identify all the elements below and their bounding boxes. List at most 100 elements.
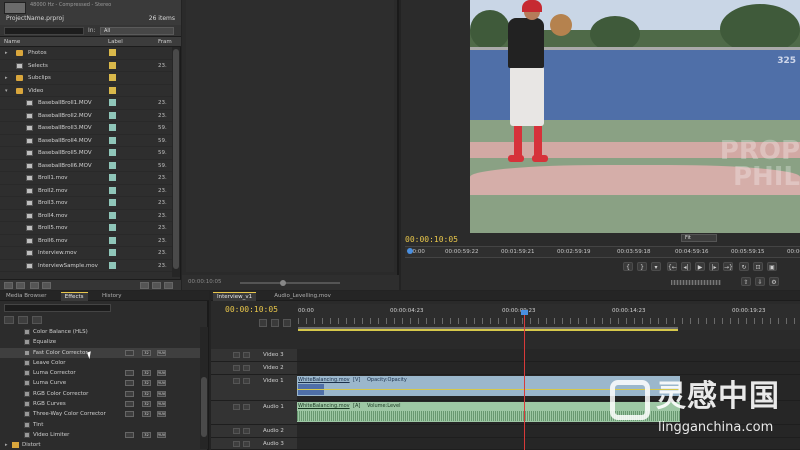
mark-in-icon[interactable]: { xyxy=(623,262,633,271)
timeline-playhead-line[interactable] xyxy=(524,311,525,450)
effect-item[interactable]: Color Balance (HLS) xyxy=(0,327,200,337)
column-frame-rate[interactable]: Fram xyxy=(158,39,172,45)
label-color-swatch[interactable] xyxy=(109,186,116,194)
sync-lock-icon[interactable] xyxy=(243,428,250,434)
label-color-swatch[interactable] xyxy=(109,211,116,219)
effect-item[interactable]: Video Limiter 32 YUV xyxy=(0,430,200,440)
project-item[interactable]: Broll3.mov 23. xyxy=(0,197,172,210)
label-color-swatch[interactable] xyxy=(109,236,116,244)
label-color-swatch[interactable] xyxy=(109,49,116,56)
effects-scrollbar[interactable] xyxy=(200,327,208,449)
project-item[interactable]: Interview.mov 23. xyxy=(0,247,172,260)
project-item[interactable]: Broll5.mov 23. xyxy=(0,222,172,235)
source-zoom-slider[interactable] xyxy=(240,280,340,286)
snap-icon[interactable] xyxy=(259,319,267,327)
step-forward-icon[interactable]: |▸ xyxy=(709,262,719,271)
project-item[interactable]: BaseballBroll2.MOV 23. xyxy=(0,110,172,122)
speaker-icon[interactable] xyxy=(233,404,240,410)
timeline-timecode[interactable]: 00:00:10:05 xyxy=(225,305,278,314)
tab-media-browser[interactable]: Media Browser xyxy=(2,292,51,301)
project-item[interactable]: Broll2.mov 23. xyxy=(0,185,172,197)
sync-lock-icon[interactable] xyxy=(243,404,250,410)
settings-icon[interactable]: ⚙ xyxy=(769,277,779,286)
eye-icon[interactable] xyxy=(233,378,240,384)
project-item[interactable]: BaseballBroll5.MOV 59. xyxy=(0,147,172,160)
delete-button[interactable] xyxy=(164,282,173,289)
effect-item[interactable]: Luma Curve 32 YUV xyxy=(0,378,200,388)
new-bin-button[interactable] xyxy=(140,282,149,289)
project-item[interactable]: ▸ Subclips xyxy=(0,72,172,85)
32bit-effects-icon[interactable] xyxy=(18,316,28,324)
source-timecode[interactable]: 00:00:10:05 xyxy=(188,279,222,285)
program-timecode[interactable]: 00:00:10:05 xyxy=(405,235,458,244)
icon-view-button[interactable] xyxy=(16,282,25,289)
extract-icon[interactable]: ⇩ xyxy=(755,277,765,286)
in-select[interactable]: All xyxy=(100,27,174,35)
effect-item[interactable]: Luma Corrector 32 YUV xyxy=(0,368,200,378)
export-frame-icon[interactable]: ▣ xyxy=(767,262,777,271)
jog-shuttle[interactable] xyxy=(671,280,721,285)
effects-scroll-thumb[interactable] xyxy=(201,377,207,437)
effect-item[interactable]: Three-Way Color Corrector 32 YUV xyxy=(0,409,200,419)
label-color-swatch[interactable] xyxy=(109,74,116,81)
effect-item[interactable]: RGB Curves 32 YUV xyxy=(0,399,200,409)
lift-icon[interactable]: ⇧ xyxy=(741,277,751,286)
find-button[interactable] xyxy=(42,282,51,289)
list-view-button[interactable] xyxy=(4,282,13,289)
play-icon[interactable]: ▶ xyxy=(695,262,705,271)
track-lane[interactable] xyxy=(297,349,800,361)
project-item[interactable]: Selects 23. xyxy=(0,60,172,72)
label-color-swatch[interactable] xyxy=(109,61,116,69)
track-lane[interactable] xyxy=(297,362,800,374)
timeline-playhead[interactable] xyxy=(521,310,528,315)
project-item[interactable]: ▾ Video xyxy=(0,85,172,97)
label-color-swatch[interactable] xyxy=(109,149,116,156)
project-item[interactable]: BaseballBroll3.MOV 59. xyxy=(0,122,172,135)
effect-item[interactable]: Tint xyxy=(0,420,200,430)
timeline-tab[interactable]: Interview_v1 xyxy=(213,292,257,301)
project-item[interactable]: BaseballBroll1.MOV 23. xyxy=(0,97,172,110)
label-color-swatch[interactable] xyxy=(109,261,116,269)
project-scroll-thumb[interactable] xyxy=(173,49,179,269)
sync-lock-icon[interactable] xyxy=(243,378,250,384)
disclosure-triangle-icon[interactable]: ▾ xyxy=(5,88,8,94)
loop-icon[interactable]: ↻ xyxy=(739,262,749,271)
project-item[interactable]: Broll1.mov 23. xyxy=(0,172,172,185)
label-color-swatch[interactable] xyxy=(109,86,116,94)
label-color-swatch[interactable] xyxy=(109,136,116,144)
project-item[interactable]: ▸ Photos xyxy=(0,47,172,60)
sync-lock-icon[interactable] xyxy=(243,352,250,358)
project-item[interactable]: BaseballBroll6.MOV 59. xyxy=(0,160,172,172)
effect-item[interactable]: ▸ Distort xyxy=(0,440,200,450)
step-back-icon[interactable]: ◂| xyxy=(681,262,691,271)
tab-effects[interactable]: Effects xyxy=(60,292,88,301)
label-color-swatch[interactable] xyxy=(109,111,116,119)
label-color-swatch[interactable] xyxy=(109,224,116,231)
label-color-swatch[interactable] xyxy=(109,99,116,106)
mark-out-icon[interactable]: } xyxy=(637,262,647,271)
program-time-ruler[interactable]: 00:00 00:00:59:22 00:01:59:21 00:02:59:19 00… xyxy=(405,246,800,258)
timeline-time-ruler[interactable]: 00:00 00:00:04:23 00:00:09:23 00:00:14:23 00… xyxy=(298,304,800,330)
effect-item[interactable]: Fast Color Corrector 32 YUV xyxy=(0,347,200,358)
disclosure-triangle-icon[interactable]: ▸ xyxy=(5,75,8,81)
disclosure-triangle-icon[interactable]: ▸ xyxy=(5,50,8,56)
timeline-tab[interactable]: Audio_Levelling.mov xyxy=(270,292,335,301)
column-label[interactable]: Label xyxy=(108,39,123,45)
yuv-effects-icon[interactable] xyxy=(32,316,42,324)
new-item-button[interactable] xyxy=(152,282,161,289)
program-playhead[interactable] xyxy=(407,248,413,254)
program-zoom-select[interactable]: Fit xyxy=(681,234,717,242)
disclosure-triangle-icon[interactable]: ▸ xyxy=(5,442,8,448)
marker-icon[interactable] xyxy=(271,319,279,327)
label-color-swatch[interactable] xyxy=(109,161,116,169)
column-name[interactable]: Name xyxy=(4,39,20,45)
effect-item[interactable]: RGB Color Corrector 32 YUV xyxy=(0,389,200,399)
tab-history[interactable]: History xyxy=(98,292,126,301)
go-to-out-icon[interactable]: →} xyxy=(723,262,733,271)
keyframe-icon[interactable] xyxy=(283,319,291,327)
sync-lock-icon[interactable] xyxy=(243,441,250,447)
source-zoom-knob[interactable] xyxy=(280,280,286,286)
speaker-icon[interactable] xyxy=(233,441,240,447)
eye-icon[interactable] xyxy=(233,365,240,371)
project-item[interactable]: Broll6.mov 23. xyxy=(0,235,172,247)
